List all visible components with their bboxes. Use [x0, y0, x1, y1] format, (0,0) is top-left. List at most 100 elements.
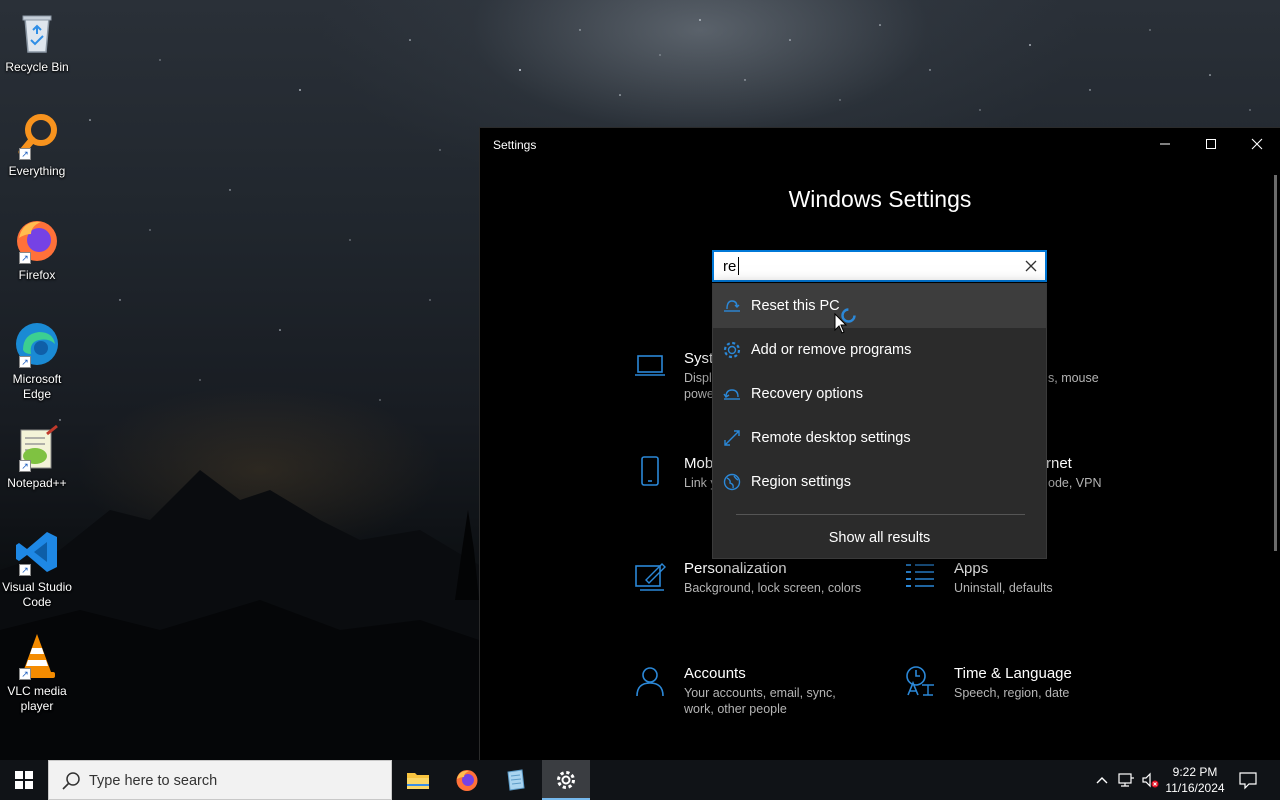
text-caret: [738, 257, 739, 275]
taskbar-firefox[interactable]: [443, 760, 491, 800]
vlc-icon: ↗: [13, 632, 61, 680]
reset-pc-icon: [724, 300, 740, 312]
chevron-up-icon[interactable]: [1092, 770, 1112, 790]
remote-desktop-icon: [724, 430, 740, 446]
start-button[interactable]: [0, 760, 48, 800]
settings-search-input[interactable]: [714, 252, 1014, 280]
desktop-icon-vlc[interactable]: ↗ VLC media player: [0, 632, 74, 714]
taskbar: Type here to search 9:22 PM 11/16/2024: [0, 760, 1280, 800]
taskbar-settings[interactable]: [542, 760, 590, 800]
suggestion-label: Region settings: [751, 474, 851, 490]
desktop-icon-label: Visual Studio Code: [2, 580, 72, 609]
desktop-icon-label: Notepad++: [7, 476, 67, 490]
category-title: Accounts: [684, 665, 746, 682]
suggestion-label: Reset this PC: [751, 298, 840, 314]
clear-search-icon[interactable]: [1023, 258, 1039, 274]
clock-date: 11/16/2024: [1165, 781, 1225, 795]
time-language-icon: [906, 666, 934, 696]
network-icon[interactable]: [1116, 770, 1136, 790]
shortcut-arrow-icon: ↗: [19, 356, 31, 368]
category-title: Personalization: [684, 560, 787, 577]
category-description: Uninstall, defaults: [954, 581, 1053, 595]
category-title: rnet: [1046, 455, 1072, 472]
desktop-icon-label: Firefox: [18, 268, 56, 282]
settings-window: Settings Windows Settings Syste Displ po…: [479, 127, 1280, 760]
category-title: Apps: [954, 560, 989, 577]
personalization-icon: [635, 563, 666, 591]
taskbar-search-box[interactable]: Type here to search: [48, 760, 392, 800]
recycle-bin-icon: [13, 8, 61, 56]
desktop-icon-edge[interactable]: ↗ Microsoft Edge: [0, 320, 74, 402]
notepad-plus-plus-icon: ↗: [13, 424, 61, 472]
page-title: Windows Settings: [788, 186, 972, 212]
taskbar-search-placeholder: Type here to search: [89, 773, 218, 789]
busy-spinner-icon: [841, 308, 856, 323]
notepad-icon: [507, 769, 525, 791]
desktop-icon-label: Recycle Bin: [5, 60, 69, 74]
maximize-button[interactable]: [1188, 128, 1234, 160]
desktop-icon-recycle-bin[interactable]: Recycle Bin: [0, 8, 74, 75]
recovery-icon: [723, 389, 740, 400]
taskbar-clock[interactable]: 9:22 PM 11/16/2024: [1158, 764, 1232, 796]
minimize-button[interactable]: [1142, 128, 1188, 160]
category-description: s, mouse: [1048, 371, 1099, 385]
volume-muted-icon[interactable]: [1140, 770, 1160, 790]
shortcut-arrow-icon: ↗: [19, 564, 31, 576]
suggestion-label: Recovery options: [751, 386, 864, 402]
suggestion-recovery-options[interactable]: Recovery options: [713, 372, 1046, 416]
desktop-icon-label: VLC media player: [7, 684, 67, 713]
laptop-icon: [635, 355, 665, 376]
search-suggestions-dropdown: Reset this PC Add or remove programs Rec…: [712, 283, 1047, 559]
desktop-icon-label: Everything: [8, 164, 66, 178]
desktop-icon-firefox[interactable]: ↗ Firefox: [0, 216, 74, 283]
taskbar-file-explorer[interactable]: [394, 760, 442, 800]
firefox-icon: ↗: [13, 216, 61, 264]
suggestion-label: Add or remove programs: [751, 342, 912, 358]
globe-icon: [723, 473, 741, 491]
category-description: Background, lock screen, colors: [684, 581, 862, 595]
category-description: Your accounts, email, sync, work, other …: [684, 686, 836, 716]
firefox-icon: [456, 770, 478, 791]
maximize-icon: [1206, 139, 1216, 149]
category-title: Time & Language: [954, 665, 1072, 682]
suggestion-remote-desktop-settings[interactable]: Remote desktop settings: [713, 416, 1046, 460]
show-all-results-link[interactable]: Show all results: [713, 520, 1046, 556]
apps-list-icon: [906, 564, 934, 587]
shortcut-arrow-icon: ↗: [19, 668, 31, 680]
gear-icon: [723, 341, 741, 359]
shortcut-arrow-icon: ↗: [19, 148, 31, 160]
suggestion-label: Remote desktop settings: [751, 430, 911, 446]
folder-icon: [407, 773, 429, 789]
close-icon: [1251, 138, 1263, 150]
minimize-icon: [1160, 143, 1170, 145]
notification-center-icon[interactable]: [1238, 770, 1258, 790]
window-title: Settings: [493, 138, 537, 152]
clock-time: 9:22 PM: [1172, 765, 1218, 779]
desktop-icon-label: Microsoft Edge: [12, 372, 62, 401]
suggestion-add-or-remove-programs[interactable]: Add or remove programs: [713, 328, 1046, 372]
edge-icon: ↗: [13, 320, 61, 368]
category-description: Speech, region, date: [954, 686, 1070, 700]
shortcut-arrow-icon: ↗: [19, 460, 31, 472]
category-title: Mob: [684, 455, 714, 472]
category-description: ode, VPN: [1048, 476, 1102, 490]
window-titlebar[interactable]: Settings: [480, 128, 1280, 160]
taskbar-notepad[interactable]: [492, 760, 540, 800]
suggestion-reset-this-pc[interactable]: Reset this PC: [713, 284, 1046, 328]
gear-icon: [557, 771, 575, 789]
close-button[interactable]: [1234, 128, 1280, 160]
desktop-icon-notepad-plus-plus[interactable]: ↗ Notepad++: [0, 424, 74, 491]
dropdown-divider: [736, 514, 1025, 515]
settings-search-box[interactable]: [712, 250, 1047, 282]
desktop-icon-vscode[interactable]: ↗ Visual Studio Code: [0, 528, 74, 610]
shortcut-arrow-icon: ↗: [19, 252, 31, 264]
account-icon: [636, 667, 664, 697]
window-scrollbar[interactable]: [1274, 175, 1277, 551]
suggestion-region-settings[interactable]: Region settings: [713, 460, 1046, 504]
vscode-icon: ↗: [13, 528, 61, 576]
desktop-icon-everything[interactable]: ↗ Everything: [0, 112, 74, 179]
windows-logo-icon: [15, 771, 33, 789]
phone-icon: [641, 456, 659, 486]
search-icon: [62, 772, 80, 790]
everything-icon: ↗: [13, 112, 61, 160]
